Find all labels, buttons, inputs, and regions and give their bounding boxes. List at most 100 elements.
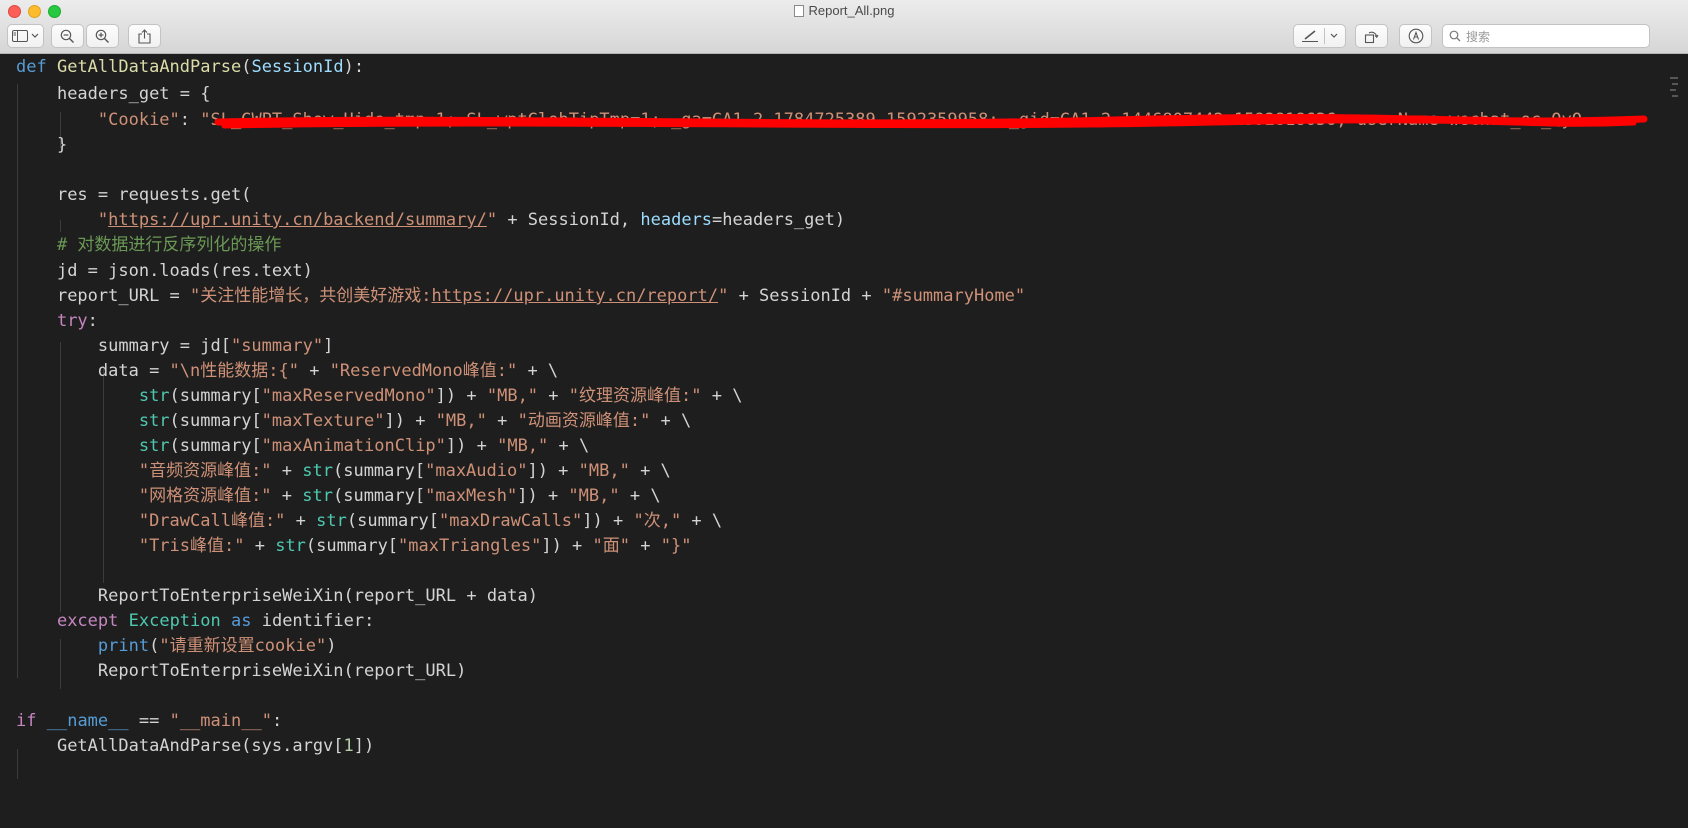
code-token: (summary[ (305, 536, 399, 556)
code-token: try (56, 311, 88, 331)
code-token: "maxReservedMono" (261, 386, 436, 406)
code-line: GetAllDataAndParse(sys.argv[1]) (16, 733, 374, 760)
code-token: + \ (619, 486, 661, 506)
code-line: def GetAllDataAndParse(SessionId): (16, 54, 364, 81)
code-token: ): (343, 57, 365, 77)
rotate-button[interactable] (1355, 24, 1388, 48)
zoom-out-icon (60, 29, 74, 43)
code-token: : (87, 311, 98, 331)
code-token: + (486, 411, 518, 431)
code-token: if (16, 711, 37, 731)
code-token: "MB," (486, 386, 539, 406)
code-token: "纹理资源峰值:" (568, 386, 702, 406)
code-token: "MB," (497, 436, 549, 456)
code-line: except Exception as identifier: (16, 608, 374, 635)
redaction-scribble (214, 114, 1648, 129)
code-token: except (56, 611, 119, 631)
code-token: " (718, 286, 729, 306)
code-image: def GetAllDataAndParse(SessionId): heade… (0, 54, 1688, 828)
code-token: "动画资源峰值:" (517, 411, 651, 431)
code-line: str(summary["maxReservedMono"]) + "MB," … (16, 383, 743, 410)
code-token: __name__ (46, 711, 129, 731)
zoom-out-button[interactable] (51, 24, 84, 48)
code-token: } (56, 135, 68, 155)
code-token: GetAllDataAndParse (56, 57, 242, 77)
code-token: "MB," (435, 411, 487, 431)
sidebar-toggle-button[interactable] (7, 24, 44, 48)
code-token: str (138, 411, 170, 431)
code-token: + (285, 511, 317, 531)
code-token: headers (640, 210, 713, 230)
code-line: "Tris峰值:" + str(summary["maxTriangles"])… (16, 533, 692, 560)
code-token: + \ (701, 386, 743, 406)
code-line: headers_get = { (16, 81, 211, 108)
code-line: } (16, 132, 67, 159)
code-line: # 对数据进行反序列化的操作 (16, 232, 281, 259)
code-token: data = (97, 361, 170, 381)
code-token: "maxAudio" (425, 461, 528, 481)
code-token: report_URL = (56, 286, 191, 306)
code-token: ]) + (517, 486, 569, 506)
code-line: "网格资源峰值:" + str(summary["maxMesh"]) + "M… (16, 483, 661, 510)
code-token: (summary[ (169, 436, 262, 456)
code-token: ]) + (582, 511, 634, 531)
code-token: ]) + (435, 386, 487, 406)
code-token: + (271, 461, 303, 481)
code-token: str (138, 386, 170, 406)
code-token: + \ (548, 436, 590, 456)
code-token: "ReservedMono峰值:" (329, 361, 518, 381)
code-token: "Cookie" (97, 110, 180, 130)
code-line: data = "\n性能数据:{" + "ReservedMono峰值:" + … (16, 358, 558, 385)
code-token: + \ (629, 461, 671, 481)
code-line: str(summary["maxTexture"]) + "MB," + "动画… (16, 408, 691, 435)
markup-button[interactable] (1293, 24, 1346, 48)
code-token: https://upr.unity.cn/report/ (431, 286, 719, 306)
code-token: jd = json.loads(res.text) (56, 261, 313, 281)
code-token: headers_get = { (56, 84, 211, 104)
code-token: "Tris峰值:" (138, 536, 245, 556)
code-token: "次," (633, 511, 682, 531)
chevron-down-icon (1330, 33, 1338, 38)
code-line: summary = jd["summary"] (16, 333, 333, 360)
code-token: + (271, 486, 303, 506)
code-line: try: (16, 308, 98, 335)
code-token: ]) + (445, 436, 498, 456)
code-token: + (244, 536, 276, 556)
code-token: (summary[ (332, 486, 426, 506)
code-token: "maxTriangles" (398, 536, 542, 556)
code-line: "https://upr.unity.cn/backend/summary/" … (16, 207, 845, 234)
rotate-icon (1364, 31, 1379, 43)
zoom-in-button[interactable] (86, 24, 119, 48)
code-token: "MB," (568, 486, 620, 506)
code-token: "网格资源峰值:" (138, 486, 272, 506)
search-icon (1449, 30, 1461, 42)
code-token: "}" (660, 536, 692, 556)
code-line: ReportToEnterpriseWeiXin(report_URL + da… (16, 583, 538, 610)
markup-pen-icon (1302, 30, 1318, 42)
code-token: def (16, 57, 47, 77)
code-token: 1 (343, 736, 354, 756)
code-token: str (138, 436, 170, 456)
code-line: if __name__ == "__main__": (16, 708, 282, 735)
code-token: res = requests.get( (56, 185, 252, 205)
share-button[interactable] (128, 24, 161, 48)
code-token: ( (149, 636, 160, 656)
chevron-down-icon (31, 33, 39, 38)
code-token: "maxMesh" (425, 486, 518, 506)
code-token: ] (323, 336, 334, 356)
zoom-in-icon (95, 29, 109, 43)
code-token: ]) (353, 736, 375, 756)
code-token: print (97, 636, 150, 656)
annotate-button[interactable] (1399, 24, 1432, 48)
annotate-icon (1408, 28, 1423, 44)
code-token: "__main__" (169, 711, 272, 731)
code-token: "关注性能增长，共创美好游戏: (190, 286, 432, 306)
code-token: + (538, 386, 569, 406)
code-line: ReportToEnterpriseWeiXin(report_URL) (16, 658, 466, 685)
window-title: Report_All.png (0, 3, 1688, 18)
code-token: str (316, 511, 347, 531)
search-field[interactable]: 搜索 (1442, 24, 1650, 48)
code-token: "DrawCall峰值:" (138, 511, 286, 531)
code-token: =headers_get) (712, 210, 846, 230)
code-comment: # 对数据进行反序列化的操作 (56, 235, 282, 255)
